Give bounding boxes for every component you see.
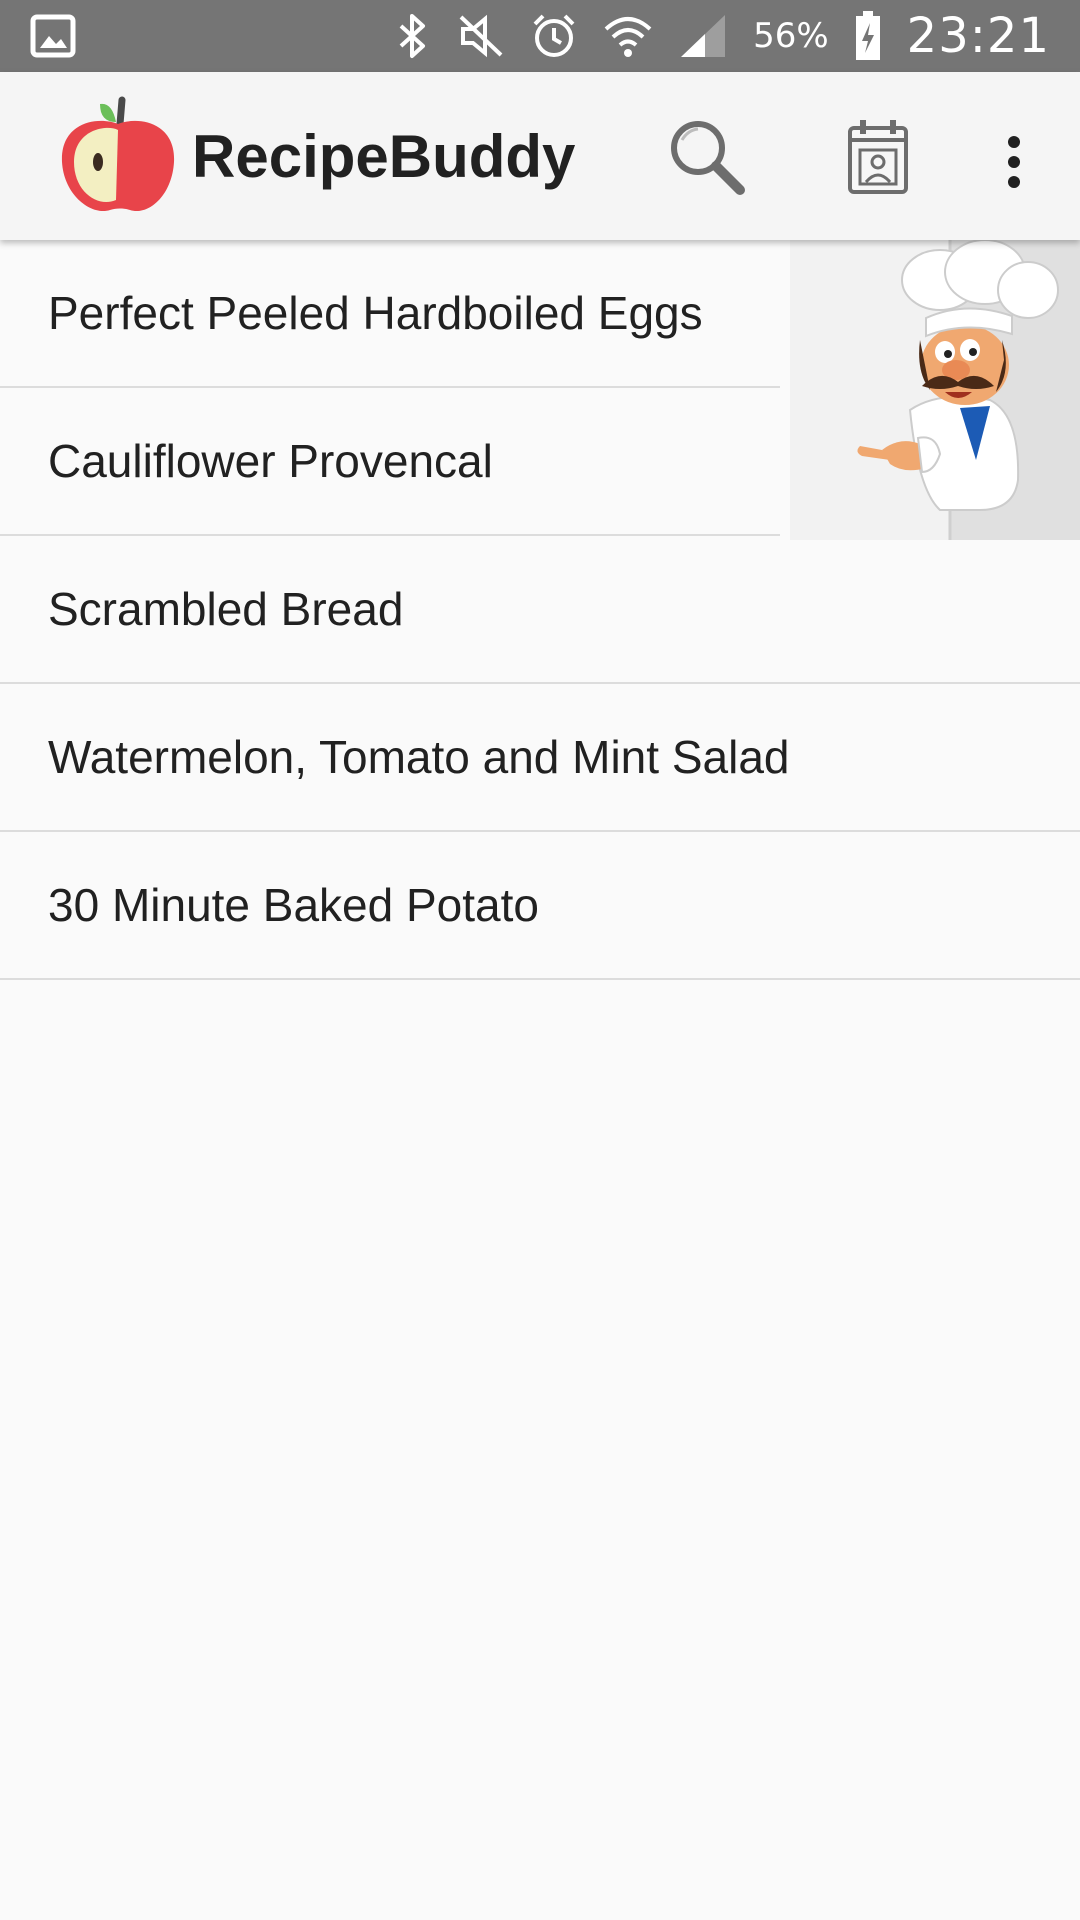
recipe-item[interactable]: Cauliflower Provencal (0, 388, 780, 536)
recipe-title: Perfect Peeled Hardboiled Eggs (48, 287, 703, 339)
recipe-title: Cauliflower Provencal (48, 435, 493, 487)
app-title: RecipeBuddy (192, 123, 576, 190)
recipe-title: 30 Minute Baked Potato (48, 879, 539, 931)
wifi-icon (603, 13, 653, 59)
image-icon (30, 14, 76, 58)
recipe-item[interactable]: Perfect Peeled Hardboiled Eggs (0, 240, 780, 388)
app-bar: RecipeBuddy (0, 72, 1080, 240)
recipe-title: Scrambled Bread (48, 583, 404, 635)
signal-icon (679, 13, 727, 59)
mute-icon (457, 13, 505, 59)
search-icon (671, 121, 745, 195)
recipe-title: Watermelon, Tomato and Mint Salad (48, 731, 790, 783)
recipe-item[interactable]: 30 Minute Baked Potato (0, 832, 1080, 980)
apple-logo-icon (58, 94, 182, 218)
battery-percent: 56% (753, 16, 829, 56)
chef-illustration (790, 240, 1080, 540)
recipe-item[interactable]: Scrambled Bread (0, 536, 1080, 684)
alarm-icon (531, 12, 577, 60)
bluetooth-icon (395, 12, 431, 60)
more-vert-icon (1008, 136, 1020, 188)
clock: 23:21 (906, 8, 1050, 64)
overflow-menu-button[interactable] (984, 112, 1044, 202)
calendar-icon (848, 120, 908, 194)
search-button[interactable] (662, 112, 752, 202)
meal-planner-button[interactable] (832, 112, 922, 202)
status-bar: 56% 23:21 (0, 0, 1080, 72)
recipe-item[interactable]: Watermelon, Tomato and Mint Salad (0, 684, 1080, 832)
battery-charging-icon (855, 11, 881, 61)
